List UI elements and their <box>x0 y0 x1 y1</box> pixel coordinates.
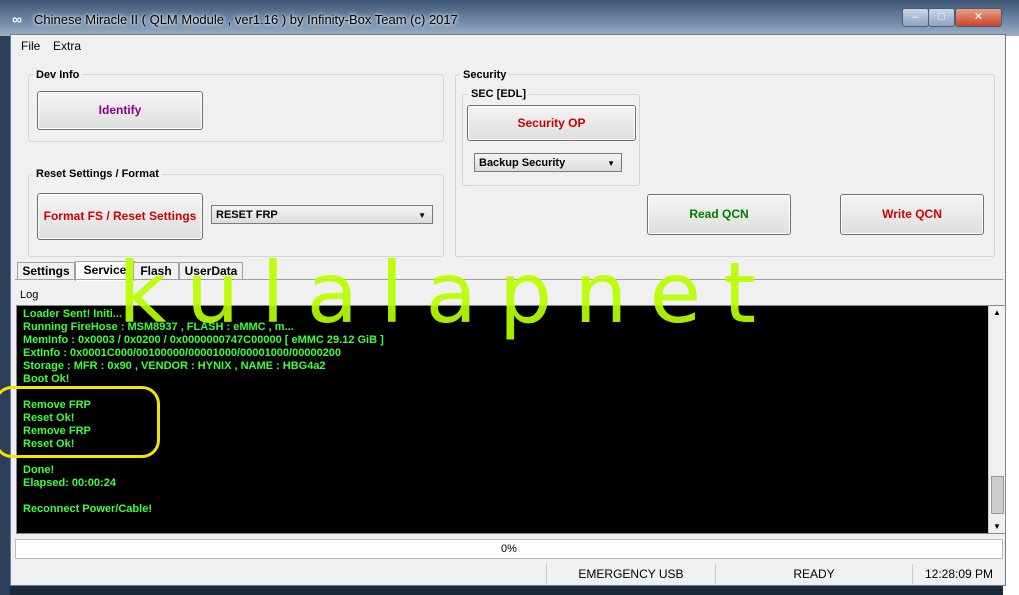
tab-service[interactable]: Service <box>75 261 135 281</box>
log-output[interactable]: Loader Sent! Initi... Running FireHose :… <box>16 305 1006 534</box>
status-state: READY <box>716 564 913 584</box>
status-empty <box>11 564 547 584</box>
tab-panel-border <box>15 279 1003 280</box>
close-button[interactable]: ✕ <box>955 8 1002 27</box>
format-fs-button[interactable]: Format FS / Reset Settings <box>37 193 203 240</box>
identify-button[interactable]: Identify <box>37 91 203 130</box>
chevron-down-icon: ▼ <box>607 159 615 168</box>
desktop-background-left <box>0 0 10 595</box>
security-mode-select[interactable]: Backup Security ▼ <box>474 153 622 172</box>
security-label: Security <box>460 69 510 81</box>
main-window: File Extra Dev Info Identify Reset Setti… <box>10 34 1006 586</box>
scroll-up-icon[interactable]: ▲ <box>993 308 1001 317</box>
maximize-button[interactable]: □ <box>928 8 955 27</box>
reset-mode-select[interactable]: RESET FRP ▼ <box>211 205 433 224</box>
window-titlebar[interactable]: ∞ Chinese Miracle II ( QLM Module , ver1… <box>0 0 1019 36</box>
progress-bar: 0% <box>15 539 1003 559</box>
reset-mode-value: RESET FRP <box>216 209 278 221</box>
menu-file[interactable]: File <box>21 39 40 53</box>
log-label: Log <box>20 289 39 301</box>
tab-userdata[interactable]: UserData <box>179 262 243 280</box>
window-title: Chinese Miracle II ( QLM Module , ver1.1… <box>34 12 458 27</box>
read-qcn-button[interactable]: Read QCN <box>647 194 791 235</box>
reset-settings-label: Reset Settings / Format <box>33 168 162 180</box>
scroll-down-icon[interactable]: ▼ <box>993 522 1001 531</box>
chevron-down-icon: ▼ <box>418 211 426 220</box>
log-scrollbar[interactable]: ▲ ▼ <box>988 306 1005 533</box>
tab-flash[interactable]: Flash <box>133 262 179 280</box>
sec-edl-label: SEC [EDL] <box>468 88 529 100</box>
menu-extra[interactable]: Extra <box>53 39 81 53</box>
status-bar: EMERGENCY USB READY 12:28:09 PM <box>11 564 1005 584</box>
dev-info-label: Dev Info <box>33 69 83 81</box>
scroll-thumb[interactable] <box>991 476 1004 514</box>
minimize-button[interactable]: – <box>902 8 929 27</box>
security-op-button[interactable]: Security OP <box>467 105 636 141</box>
status-mode: EMERGENCY USB <box>547 564 716 584</box>
menu-bar: File Extra <box>11 37 1005 55</box>
log-text: Loader Sent! Initi... Running FireHose :… <box>23 308 384 515</box>
write-qcn-button[interactable]: Write QCN <box>840 194 984 235</box>
tab-settings[interactable]: Settings <box>17 262 75 280</box>
security-mode-value: Backup Security <box>479 157 566 169</box>
infinity-icon: ∞ <box>12 11 22 27</box>
status-time: 12:28:09 PM <box>924 567 994 581</box>
